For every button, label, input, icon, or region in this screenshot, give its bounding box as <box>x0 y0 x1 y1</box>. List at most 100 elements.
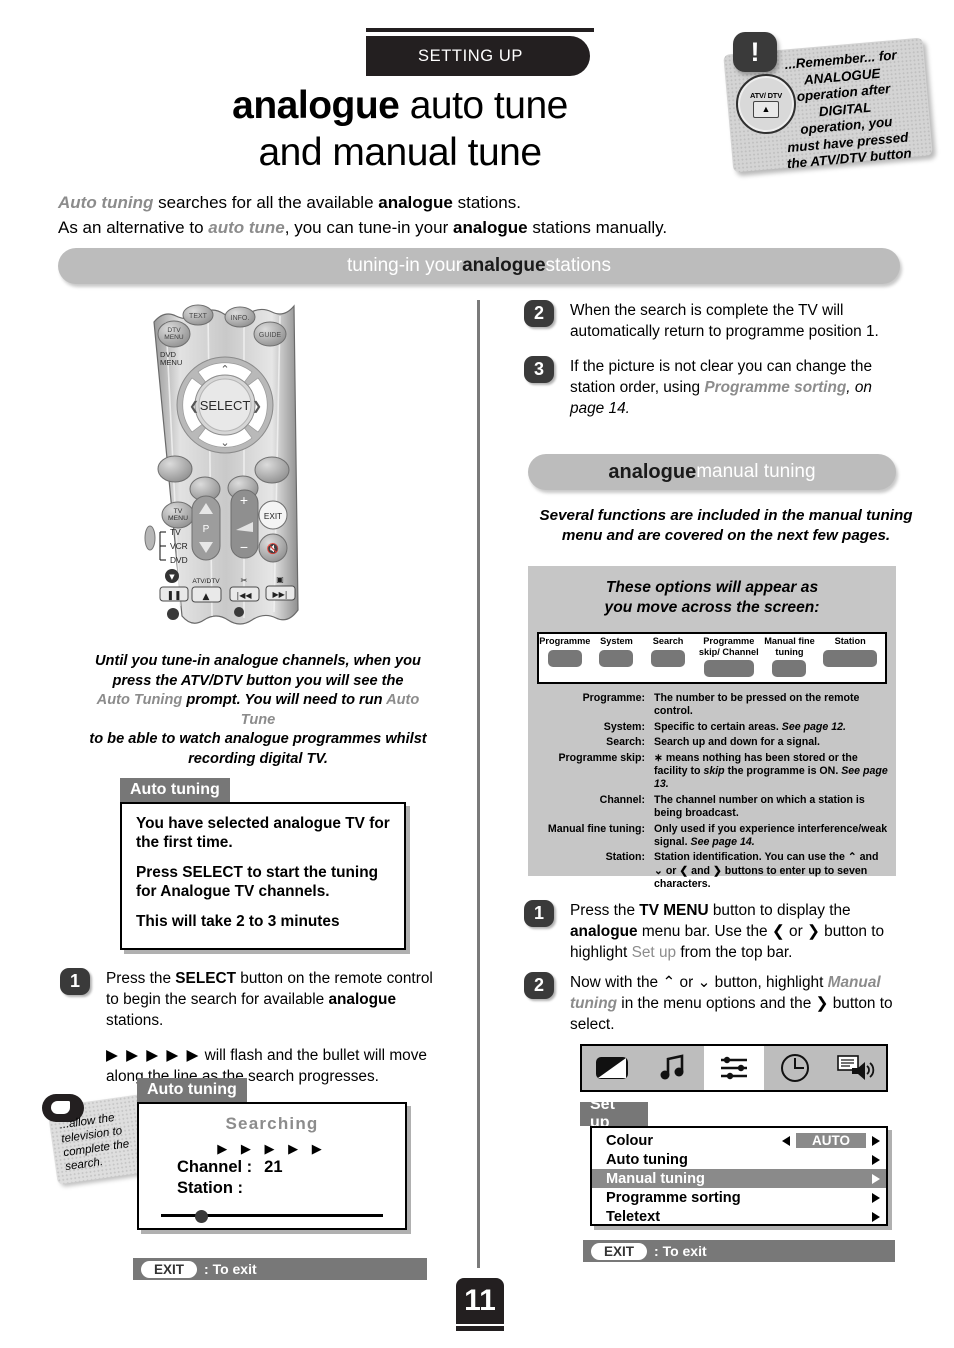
option-column-programme-skip-channel[interactable]: Programme skip/ Channel <box>694 634 764 677</box>
definition-row: Programme: The number to be pressed on t… <box>537 692 889 719</box>
step-left-1: 1 Press the SELECT button on the remote … <box>60 968 440 1087</box>
option-field[interactable] <box>772 660 807 677</box>
section-bar-manual-tuning: analogue manual tuning <box>528 454 896 490</box>
svg-text:🔇: 🔇 <box>267 542 279 555</box>
definition-key: Programme skip: <box>558 751 645 764</box>
svg-text:DTV: DTV <box>167 327 181 334</box>
page-number-rule <box>456 1326 504 1331</box>
svg-text:▶▶|: ▶▶| <box>273 590 288 599</box>
s1b: SELECT <box>175 970 237 987</box>
exit-pill-left[interactable]: EXIT <box>141 1260 198 1278</box>
option-field[interactable] <box>823 649 878 667</box>
manual-intro-l1: Several functions are included in the ma… <box>539 507 913 524</box>
page-number: 11 <box>456 1278 504 1324</box>
exit-bar-left: EXIT : To exit <box>133 1258 427 1280</box>
svg-text:P: P <box>203 524 210 535</box>
definition-value: Search up and down for a signal. <box>654 736 889 749</box>
definition-row: System: Specific to certain areas. See p… <box>537 721 889 734</box>
remote-note-l3a: Auto Tuning <box>96 692 183 708</box>
picture-icon[interactable] <box>582 1046 643 1090</box>
analogue-menu-icon-bar[interactable] <box>580 1044 888 1092</box>
option-column-manual-fine-tuning[interactable]: Manual fine tuning <box>764 634 816 677</box>
option-column-station[interactable]: Station <box>815 634 885 667</box>
definition-row: Search: Search up and down for a signal. <box>537 736 889 749</box>
chevron-right-icon[interactable] <box>872 1154 880 1165</box>
step-number-badge: 1 <box>524 900 554 927</box>
option-label: Station <box>834 636 866 646</box>
svg-text:+: + <box>240 492 248 508</box>
bar-manual-post: manual tuning <box>696 461 816 482</box>
menu-row-label: Programme sorting <box>606 1189 741 1206</box>
definition-row: Channel: The channel number on which a s… <box>537 794 889 821</box>
dv5: Only used if you experience interference… <box>654 822 888 849</box>
definition-key: Manual fine tuning: <box>547 822 645 835</box>
chevron-left-icon[interactable] <box>781 1135 790 1146</box>
dv2: Search up and down for a signal. <box>654 736 820 749</box>
s1d: analogue <box>328 991 397 1008</box>
clock-icon[interactable] <box>764 1046 825 1090</box>
sound-icon[interactable] <box>643 1046 704 1090</box>
intro-l2a: As an alternative to <box>58 218 209 237</box>
definition-key: Programme: <box>582 692 645 704</box>
option-field[interactable] <box>703 660 754 677</box>
intro-paragraph: Auto tuning searches for all the availab… <box>58 190 758 240</box>
intro-l2b: auto tune <box>208 218 285 237</box>
chevron-right-icon[interactable] <box>872 1192 880 1203</box>
dv1: Specific to certain areas. <box>654 720 782 733</box>
option-field[interactable] <box>599 649 634 667</box>
svg-text:TV: TV <box>170 527 181 537</box>
s1e: stations. <box>106 1012 164 1029</box>
bar-tuning-pre: tuning-in your <box>346 255 463 276</box>
definition-key: Station: <box>605 851 645 864</box>
osd-auto-tuning-tab-2: Auto tuning <box>137 1078 247 1102</box>
dv1i: See page 12. <box>781 720 846 733</box>
step-right-bottom-2: 2 Now with the ⌃ or ⌄ button, highlight … <box>524 972 914 1035</box>
svg-text:▣: ▣ <box>276 575 284 584</box>
section-tab: SETTING UP <box>366 36 590 76</box>
rb2c: in the menu options and the ❯ button to … <box>570 995 893 1033</box>
menu-row-auto-tuning[interactable]: Auto tuning <box>592 1150 886 1169</box>
menu-row-teletext[interactable]: Teletext <box>592 1207 886 1226</box>
step-number-badge: 1 <box>60 968 90 995</box>
osd-auto-tuning-box-1: You have selected analogue TV for the fi… <box>120 802 406 950</box>
menu-row-manual-tuning[interactable]: Manual tuning <box>592 1169 886 1188</box>
setup-sliders-icon[interactable] <box>703 1046 765 1090</box>
exit-pill-right[interactable]: EXIT <box>591 1242 648 1260</box>
option-column-programme[interactable]: Programme <box>539 634 591 667</box>
s1a: Press the <box>106 970 176 987</box>
dv6: Station identification. You can use the … <box>654 851 879 891</box>
rb1a: Press the <box>570 902 640 919</box>
colour-value[interactable]: AUTO <box>795 1133 866 1148</box>
options-panel-title: These options will appear as you move ac… <box>540 578 884 618</box>
svg-text:❯: ❯ <box>252 399 262 413</box>
dv4: The channel number on which a station is… <box>654 793 865 820</box>
svg-text:MENU: MENU <box>164 334 184 341</box>
s1-arrows: ▶ ▶ ▶ ▶ ▶ <box>106 1047 201 1064</box>
menu-row-label: Manual tuning <box>606 1170 705 1187</box>
menu-row-colour[interactable]: Colour AUTO <box>592 1131 886 1150</box>
setup-menu-tab: Set up <box>580 1096 648 1131</box>
svg-text:✂: ✂ <box>241 576 248 585</box>
svg-text:ATV/DTV: ATV/DTV <box>192 578 220 585</box>
chevron-right-icon[interactable] <box>872 1211 880 1222</box>
chevron-right-icon[interactable] <box>872 1173 880 1184</box>
definition-row: Manual fine tuning: Only used if you exp… <box>537 823 889 850</box>
intro-l1b: searches for all the available <box>153 193 379 212</box>
option-label: Manual fine tuning <box>764 636 815 657</box>
menu-row-programme-sorting[interactable]: Programme sorting <box>592 1188 886 1207</box>
option-field[interactable] <box>547 649 582 667</box>
definition-key: Channel: <box>599 793 645 806</box>
channel-row: Channel : 21 <box>177 1157 393 1178</box>
setup-menu[interactable]: Colour AUTO Auto tuning Manual tuning Pr… <box>590 1126 888 1226</box>
remember-note-text: ...Remember... for ANALOGUE operation af… <box>750 44 939 175</box>
svg-text:VCR: VCR <box>170 541 188 551</box>
option-field[interactable] <box>651 649 686 667</box>
option-column-search[interactable]: Search <box>642 634 694 667</box>
chevron-right-icon[interactable] <box>872 1135 880 1146</box>
svg-text:DVD: DVD <box>170 555 188 565</box>
page-title-light: auto tune <box>399 84 569 127</box>
teletext-speaker-icon[interactable] <box>825 1046 886 1090</box>
opts-title-l1: These options will appear as <box>605 579 819 596</box>
intro-l2c: , you can tune-in your <box>284 218 453 237</box>
option-column-system[interactable]: System <box>591 634 643 667</box>
